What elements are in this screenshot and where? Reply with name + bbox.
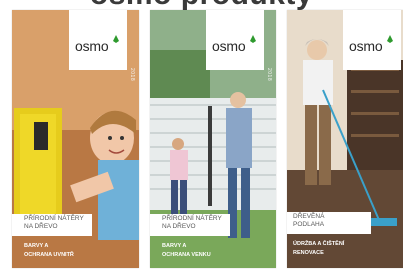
osmo-logo: osmo xyxy=(206,10,264,70)
subtitle-line-2: RENOVACE xyxy=(293,250,324,256)
subtitle-line-1: BARVY A xyxy=(24,243,49,249)
subtitle-line-2: OCHRANA UVNITŘ xyxy=(24,252,74,258)
leaf-icon xyxy=(387,35,393,43)
title-line-2: PODLAHA xyxy=(293,221,325,228)
catalog-title: PŘÍRODNÍ NÁTĚRY NA DŘEVO xyxy=(150,214,230,236)
title-line-1: PŘÍRODNÍ NÁTĚRY xyxy=(24,215,84,222)
subtitle-line-2: OCHRANA VENKU xyxy=(162,252,211,258)
brand-name: osmo xyxy=(212,38,246,54)
catalog-year: 2018 xyxy=(129,68,135,82)
brand-name: osmo xyxy=(75,38,109,54)
osmo-logo: osmo xyxy=(343,10,401,70)
catalog-title: DŘEVĚNÁ PODLAHA xyxy=(287,212,371,234)
title-line-1: PŘÍRODNÍ NÁTĚRY xyxy=(162,215,222,222)
brand-name: osmo xyxy=(349,38,383,54)
page-heading: osmo produkty xyxy=(0,0,403,10)
subtitle-line-1: BARVY A xyxy=(162,243,187,249)
catalog-cover-flooring[interactable]: osmo DŘEVĚNÁ PODLAHA ÚDRŽBA A ČIŠTĚNÍ RE… xyxy=(287,10,403,268)
subtitle-line-1: ÚDRŽBA A ČIŠTĚNÍ xyxy=(293,241,345,247)
title-line-2: NA DŘEVO xyxy=(162,223,196,230)
title-line-2: NA DŘEVO xyxy=(24,223,58,230)
title-line-1: DŘEVĚNÁ xyxy=(293,213,325,220)
leaf-icon xyxy=(113,35,119,43)
leaf-icon xyxy=(250,35,256,43)
catalog-cover-exterior[interactable]: osmo 2018 PŘÍRODNÍ NÁTĚRY NA DŘEVO BARVY… xyxy=(150,10,276,268)
osmo-logo: osmo xyxy=(69,10,127,70)
catalog-year: 2018 xyxy=(266,68,272,82)
catalog-cover-interior[interactable]: osmo 2018 PŘÍRODNÍ NÁTĚRY NA DŘEVO BARVY… xyxy=(12,10,139,268)
catalog-title: PŘÍRODNÍ NÁTĚRY NA DŘEVO xyxy=(12,214,92,236)
